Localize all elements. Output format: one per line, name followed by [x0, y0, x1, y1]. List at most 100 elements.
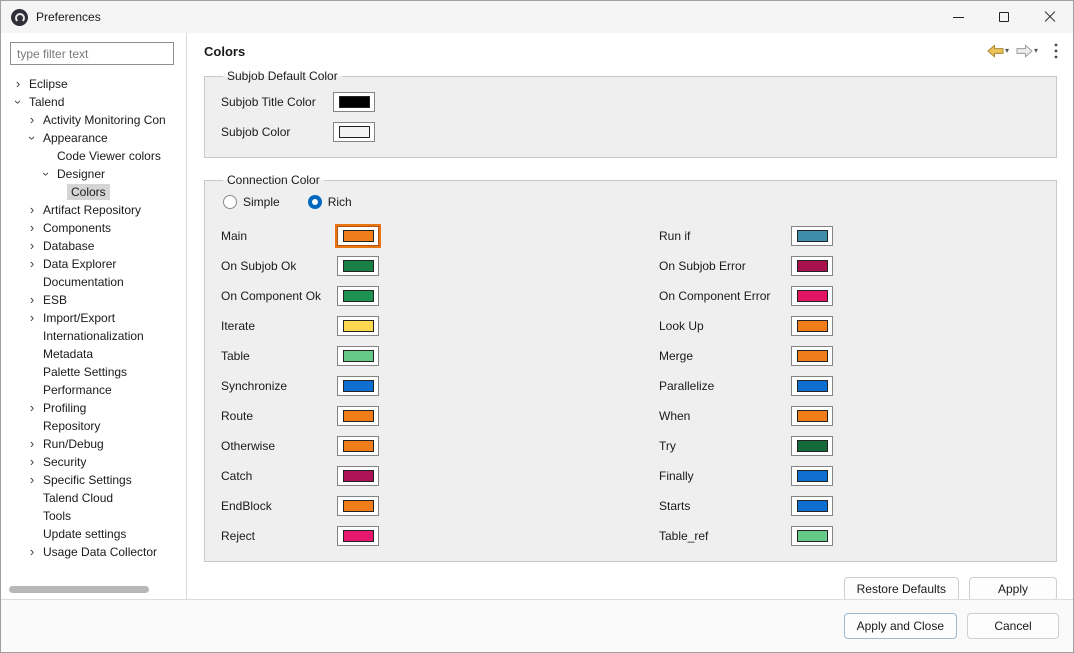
color-row-label: Look Up — [659, 319, 704, 333]
tree-item-designer[interactable]: Designer — [1, 165, 186, 183]
tree-item-activity-monitoring-con[interactable]: Activity Monitoring Con — [1, 111, 186, 129]
color-row-route: Route — [221, 401, 659, 431]
tree-item-data-explorer[interactable]: Data Explorer — [1, 255, 186, 273]
tree-item-update-settings[interactable]: Update settings — [1, 525, 186, 543]
tree-item-appearance[interactable]: Appearance — [1, 129, 186, 147]
chevron-right-icon[interactable] — [25, 113, 39, 127]
view-menu-button[interactable] — [1053, 42, 1059, 60]
on-subjob-ok-color-swatch[interactable] — [337, 256, 379, 276]
tree-item-eclipse[interactable]: Eclipse — [1, 75, 186, 93]
maximize-button[interactable] — [981, 1, 1027, 33]
radio-checked-icon — [307, 195, 322, 209]
tree-item-metadata[interactable]: Metadata — [1, 345, 186, 363]
apply-and-close-button[interactable]: Apply and Close — [843, 613, 957, 639]
chevron-right-icon[interactable] — [25, 473, 39, 487]
tree-item-palette-settings[interactable]: Palette Settings — [1, 363, 186, 381]
chevron-right-icon[interactable] — [25, 203, 39, 217]
tree-item-label: Appearance — [43, 131, 108, 145]
close-button[interactable] — [1027, 1, 1073, 33]
tree-item-artifact-repository[interactable]: Artifact Repository — [1, 201, 186, 219]
swatch-color-fill — [796, 260, 828, 272]
iterate-color-swatch[interactable] — [337, 316, 379, 336]
tree-item-label: Eclipse — [29, 77, 68, 91]
back-button[interactable]: ▾ — [985, 42, 1011, 60]
color-row-synchronize: Synchronize — [221, 371, 659, 401]
tree-item-import-export[interactable]: Import/Export — [1, 309, 186, 327]
color-row-run-if: Run if — [659, 221, 1040, 251]
simple-radio[interactable]: Simple — [223, 195, 280, 209]
on-component-ok-color-swatch[interactable] — [337, 286, 379, 306]
cancel-button[interactable]: Cancel — [967, 613, 1059, 639]
forward-dropdown-icon[interactable]: ▾ — [1034, 47, 1038, 55]
minimize-button[interactable] — [935, 1, 981, 33]
reject-color-swatch[interactable] — [337, 526, 379, 546]
on-component-error-color-swatch[interactable] — [791, 286, 833, 306]
look-up-color-swatch[interactable] — [791, 316, 833, 336]
tree-item-label: Components — [43, 221, 112, 235]
color-row-starts: Starts — [659, 491, 1040, 521]
chevron-right-icon[interactable] — [25, 239, 39, 253]
tree-item-database[interactable]: Database — [1, 237, 186, 255]
tree-item-code-viewer-colors[interactable]: Code Viewer colors — [1, 147, 186, 165]
endblock-color-swatch[interactable] — [337, 496, 379, 516]
tree-item-security[interactable]: Security — [1, 453, 186, 471]
otherwise-color-swatch[interactable] — [337, 436, 379, 456]
main-color-swatch[interactable] — [337, 226, 379, 246]
table-ref-color-swatch[interactable] — [791, 526, 833, 546]
sidebar-horizontal-scrollbar[interactable] — [9, 586, 149, 593]
table-color-swatch[interactable] — [337, 346, 379, 366]
on-subjob-error-color-swatch[interactable] — [791, 256, 833, 276]
chevron-down-icon[interactable] — [39, 167, 53, 181]
chevron-down-icon[interactable] — [11, 95, 25, 109]
back-dropdown-icon[interactable]: ▾ — [1005, 47, 1009, 55]
tree-item-internationalization[interactable]: Internationalization — [1, 327, 186, 345]
chevron-right-icon[interactable] — [25, 401, 39, 415]
tree-item-tools[interactable]: Tools — [1, 507, 186, 525]
tree-item-profiling[interactable]: Profiling — [1, 399, 186, 417]
forward-button[interactable]: ▾ — [1014, 42, 1040, 60]
tree-item-repository[interactable]: Repository — [1, 417, 186, 435]
parallelize-color-swatch[interactable] — [791, 376, 833, 396]
forward-arrow-icon — [1016, 44, 1033, 58]
tree-item-talend-cloud[interactable]: Talend Cloud — [1, 489, 186, 507]
tree-item-components[interactable]: Components — [1, 219, 186, 237]
subjob-title-color-color-swatch[interactable] — [333, 92, 375, 112]
chevron-right-icon[interactable] — [25, 545, 39, 559]
chevron-right-icon[interactable] — [25, 257, 39, 271]
tree-item-specific-settings[interactable]: Specific Settings — [1, 471, 186, 489]
chevron-right-icon[interactable] — [25, 455, 39, 469]
chevron-right-icon[interactable] — [25, 437, 39, 451]
apply-button[interactable]: Apply — [969, 577, 1057, 599]
tree-item-performance[interactable]: Performance — [1, 381, 186, 399]
run-if-color-swatch[interactable] — [791, 226, 833, 246]
synchronize-color-swatch[interactable] — [337, 376, 379, 396]
tree-item-label: Colors — [67, 184, 110, 200]
tree-item-run-debug[interactable]: Run/Debug — [1, 435, 186, 453]
swatch-color-fill — [796, 530, 828, 542]
sidebar: Eclipse Talend Activity Monitoring Con Appe… — [1, 33, 187, 599]
when-color-swatch[interactable] — [791, 406, 833, 426]
catch-color-swatch[interactable] — [337, 466, 379, 486]
chevron-down-icon[interactable] — [25, 131, 39, 145]
restore-defaults-button[interactable]: Restore Defaults — [843, 577, 959, 599]
merge-color-swatch[interactable] — [791, 346, 833, 366]
chevron-right-icon[interactable] — [25, 293, 39, 307]
tree-item-documentation[interactable]: Documentation — [1, 273, 186, 291]
color-row-label: Table_ref — [659, 529, 709, 543]
tree-item-esb[interactable]: ESB — [1, 291, 186, 309]
rich-radio[interactable]: Rich — [307, 195, 352, 209]
chevron-right-icon[interactable] — [25, 221, 39, 235]
subjob-color-color-swatch[interactable] — [333, 122, 375, 142]
tree-item-colors[interactable]: Colors — [1, 183, 186, 201]
chevron-right-icon[interactable] — [11, 77, 25, 91]
route-color-swatch[interactable] — [337, 406, 379, 426]
try-color-swatch[interactable] — [791, 436, 833, 456]
starts-color-swatch[interactable] — [791, 496, 833, 516]
tree-item-label: Internationalization — [43, 329, 144, 343]
filter-input[interactable] — [10, 42, 174, 65]
tree-item-usage-data-collector[interactable]: Usage Data Collector — [1, 543, 186, 561]
tree-item-talend[interactable]: Talend — [1, 93, 186, 111]
tree-item-label: Designer — [57, 167, 106, 181]
finally-color-swatch[interactable] — [791, 466, 833, 486]
chevron-right-icon[interactable] — [25, 311, 39, 325]
